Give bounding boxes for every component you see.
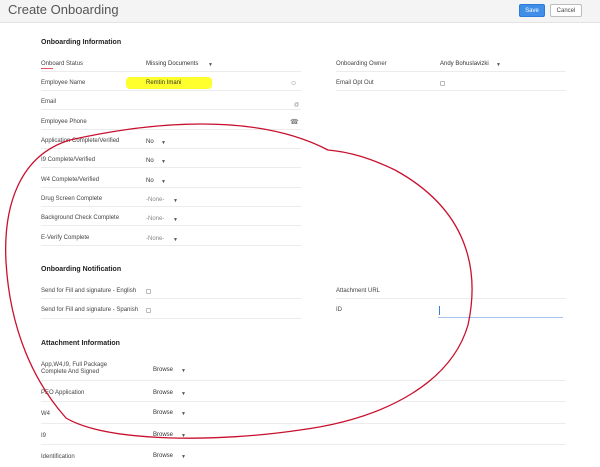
browse-button[interactable]: Browse: [153, 390, 173, 396]
chevron-down-icon[interactable]: ▼: [173, 237, 178, 243]
field-divider: [336, 90, 566, 91]
field-label-onboard-status: Onboard Status: [41, 61, 84, 67]
mail-icon: @: [294, 102, 300, 108]
chevron-down-icon[interactable]: ▼: [173, 198, 178, 204]
field-divider: [41, 298, 301, 299]
onboarding-owner-select[interactable]: Andy Bohuslavizki: [440, 61, 489, 67]
onboard-status-select[interactable]: Missing Documents: [146, 61, 198, 67]
field-divider: [41, 109, 301, 110]
send-spanish-checkbox[interactable]: [146, 308, 151, 313]
browse-button[interactable]: Browse: [153, 410, 173, 416]
field-divider: [336, 71, 566, 72]
field-label-send-english: Send for Fill and signature - English: [41, 288, 137, 294]
browse-button[interactable]: Browse: [153, 432, 173, 438]
required-field-marker: [41, 68, 53, 69]
id-input[interactable]: [438, 317, 563, 318]
employee-name-input[interactable]: Remtin Imani: [146, 80, 181, 86]
field-label-w4: W4: [41, 411, 50, 417]
section-heading-attachment-information: Attachment Information: [41, 340, 120, 347]
field-divider: [41, 148, 301, 149]
chevron-down-icon[interactable]: ▼: [181, 391, 186, 397]
field-divider: [41, 167, 301, 168]
field-label-email-opt-out: Email Opt Out: [336, 80, 374, 86]
field-label-peo-application: PEO Application: [41, 390, 85, 396]
page-header: Create Onboarding Save Cancel: [0, 0, 600, 23]
field-label-i9: I9: [41, 433, 47, 439]
browse-button[interactable]: Browse: [153, 367, 173, 373]
cancel-button[interactable]: Cancel: [550, 4, 582, 17]
field-label-i9-complete: I9 Complete/Verified: [41, 157, 96, 163]
field-label-employee-name: Employee Name: [41, 80, 86, 86]
chevron-down-icon[interactable]: ▼: [161, 140, 166, 146]
field-divider: [41, 90, 301, 91]
page-title: Create Onboarding: [8, 2, 119, 17]
chevron-down-icon[interactable]: ▼: [161, 179, 166, 185]
section-heading-onboarding-notification: Onboarding Notification: [41, 266, 122, 273]
field-divider: [41, 245, 301, 246]
chevron-down-icon[interactable]: ▼: [181, 454, 186, 460]
field-divider: [41, 423, 566, 424]
field-label-onboarding-owner: Onboarding Owner: [336, 61, 387, 67]
field-divider: [41, 187, 301, 188]
background-check-select[interactable]: -None-: [146, 216, 164, 222]
text-cursor: [439, 306, 440, 315]
field-label-employee-phone: Employee Phone: [41, 119, 87, 125]
chevron-down-icon[interactable]: ▼: [208, 62, 213, 68]
chevron-down-icon[interactable]: ▼: [181, 368, 186, 374]
send-english-checkbox[interactable]: [146, 289, 151, 294]
email-opt-out-checkbox[interactable]: [440, 81, 445, 86]
drug-screen-select[interactable]: -None-: [146, 197, 164, 203]
field-label-full-package: App,W4,I9, Full Package Complete And Sig…: [41, 362, 108, 375]
field-divider: [41, 206, 301, 207]
field-divider: [41, 444, 566, 445]
field-label-background-check: Background Check Complete: [41, 215, 120, 221]
field-divider: [41, 129, 301, 130]
w4-complete-select[interactable]: No: [146, 178, 154, 184]
field-divider: [41, 401, 566, 402]
field-label-e-verify: E-Verify Complete: [41, 235, 90, 241]
phone-icon: ☎: [290, 119, 299, 126]
e-verify-select[interactable]: -None-: [146, 236, 164, 242]
field-label-application-complete: Application Complete/Verified: [41, 138, 120, 144]
section-heading-onboarding-information: Onboarding Information: [41, 39, 122, 46]
field-label-w4-complete: W4 Complete/Verified: [41, 177, 100, 183]
field-label-email: Email: [41, 99, 57, 105]
browse-button[interactable]: Browse: [153, 453, 173, 459]
field-label-identification: Identification: [41, 454, 75, 460]
field-label-drug-screen: Drug Screen Complete: [41, 196, 103, 202]
field-label-send-spanish: Send for Fill and signature - Spanish: [41, 307, 139, 313]
field-divider: [41, 71, 301, 72]
chevron-down-icon[interactable]: ▼: [173, 217, 178, 223]
field-label-attachment-url: Attachment URL: [336, 288, 381, 294]
field-divider: [336, 298, 566, 299]
chevron-down-icon[interactable]: ▼: [181, 433, 186, 439]
field-label-id: ID: [336, 307, 342, 313]
field-divider: [41, 380, 566, 381]
chevron-down-icon[interactable]: ▼: [496, 62, 501, 68]
i9-complete-select[interactable]: No: [146, 158, 154, 164]
chevron-down-icon[interactable]: ▼: [181, 411, 186, 417]
application-complete-select[interactable]: No: [146, 139, 154, 145]
person-lookup-icon[interactable]: ☺: [290, 80, 297, 87]
save-button[interactable]: Save: [519, 4, 545, 17]
chevron-down-icon[interactable]: ▼: [161, 159, 166, 165]
field-divider: [41, 318, 301, 319]
field-divider: [41, 225, 301, 226]
